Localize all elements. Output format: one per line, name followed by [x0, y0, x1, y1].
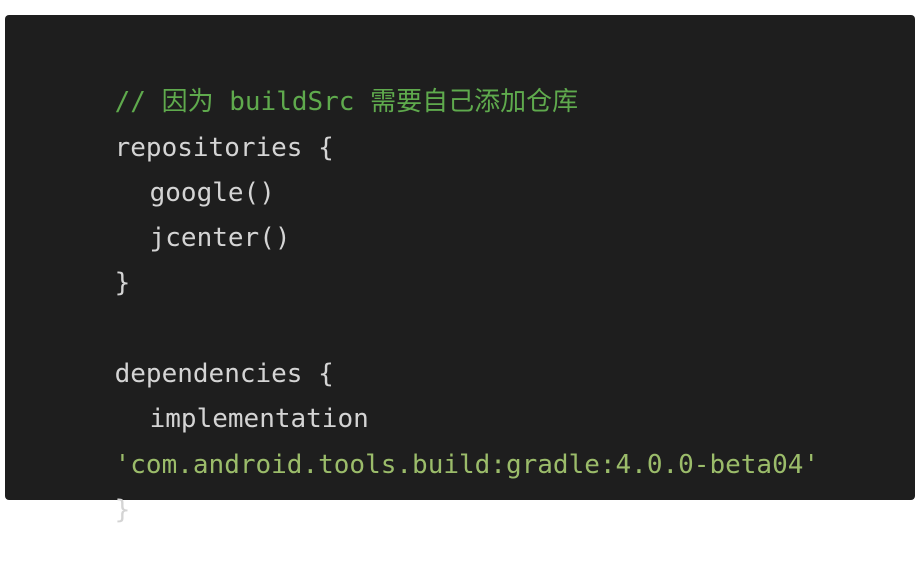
code-comment: // 因为 buildSrc 需要自己添加仓库	[114, 87, 579, 118]
code-block: // 因为 buildSrc 需要自己添加仓库 repositories { g…	[5, 15, 915, 525]
code-close-brace: }	[114, 494, 131, 525]
code-repositories-open: repositories {	[114, 132, 334, 163]
code-google: google()	[149, 177, 275, 208]
code-implementation: implementation	[149, 404, 369, 435]
code-line-dependencies: dependencies {	[52, 307, 915, 389]
code-dependencies-open: dependencies {	[114, 359, 334, 390]
code-line-comment: // 因为 buildSrc 需要自己添加仓库	[52, 35, 915, 117]
code-close-brace: }	[114, 268, 131, 299]
code-jcenter: jcenter()	[149, 223, 291, 254]
code-dependency-string: 'com.android.tools.build:gradle:4.0.0-be…	[114, 449, 820, 480]
